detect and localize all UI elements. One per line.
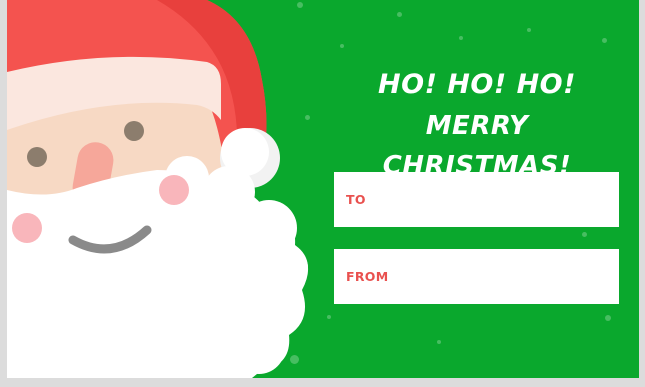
snow-dot	[605, 315, 611, 321]
santa-left-eye	[27, 147, 47, 167]
from-field[interactable]: FROM	[334, 249, 619, 304]
snow-dot	[340, 44, 344, 48]
to-field[interactable]: TO	[334, 172, 619, 227]
gift-tag-card: HO! HO! HO! MERRY CHRISTMAS! TO FROM	[7, 0, 639, 378]
greeting-line-1: HO! HO! HO!	[378, 69, 576, 100]
snow-dot	[437, 340, 441, 344]
santa-illustration	[7, 0, 337, 378]
snow-dot	[602, 38, 607, 43]
santa-left-cheek	[12, 213, 42, 243]
snow-dot	[582, 232, 587, 237]
santa-right-cheek	[159, 175, 189, 205]
santa-right-eye	[124, 121, 144, 141]
to-label: TO	[346, 192, 366, 207]
snow-dot	[527, 28, 531, 32]
from-label: FROM	[346, 269, 389, 284]
snow-dot	[397, 12, 402, 17]
snow-dot	[459, 36, 463, 40]
greeting-text: HO! HO! HO! MERRY CHRISTMAS!	[327, 68, 627, 186]
